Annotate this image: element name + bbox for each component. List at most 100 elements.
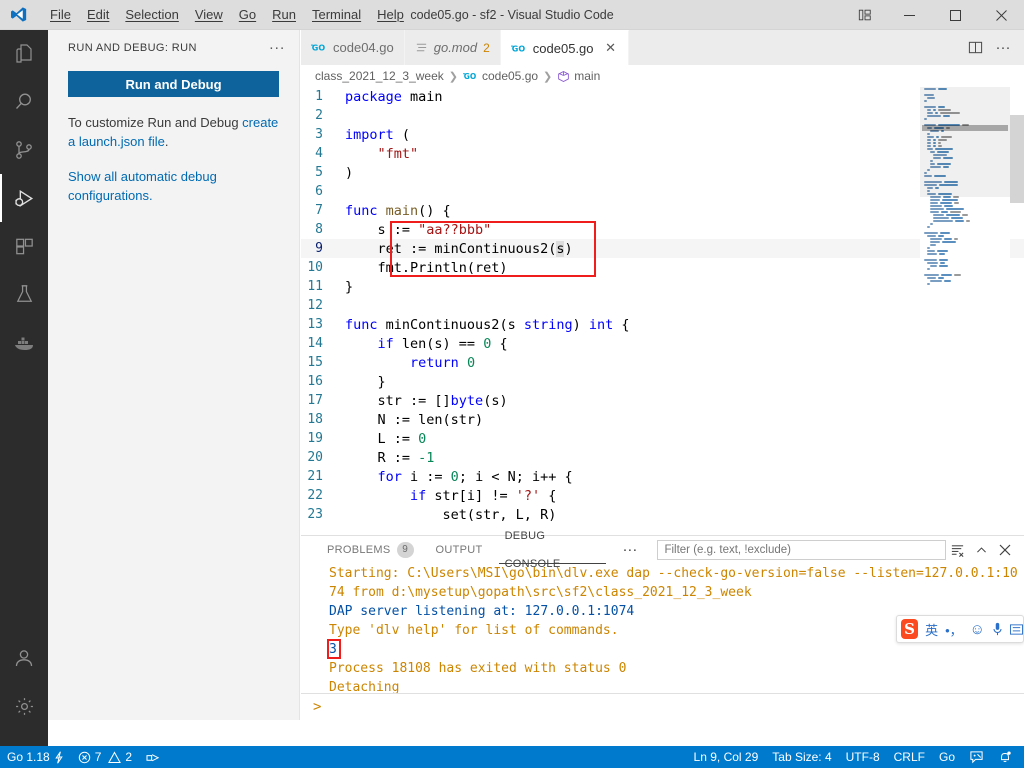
breadcrumb-file[interactable]: GO code05.go xyxy=(462,69,539,83)
status-language-mode[interactable]: Go xyxy=(932,746,962,768)
code-line[interactable]: 16 } xyxy=(301,372,1024,391)
menu-file[interactable]: File xyxy=(42,0,79,30)
breadcrumb-file-label: code05.go xyxy=(481,69,539,83)
minimap[interactable] xyxy=(920,87,1010,535)
code-line[interactable]: 20 R := -1 xyxy=(301,448,1024,467)
ime-language-mode[interactable]: 英 xyxy=(925,620,938,639)
menu-help[interactable]: Help xyxy=(369,0,412,30)
activity-accounts[interactable] xyxy=(0,634,48,682)
status-feedback[interactable] xyxy=(962,746,991,768)
maximize-button[interactable] xyxy=(932,0,978,30)
panel-more-tabs-icon[interactable]: ··· xyxy=(616,542,643,557)
chevron-up-icon[interactable] xyxy=(970,539,992,561)
tab-code05-go[interactable]: GO code05.go ✕ xyxy=(500,30,629,65)
run-and-debug-button[interactable]: Run and Debug xyxy=(68,71,279,97)
code-line[interactable]: 17 str := []byte(s) xyxy=(301,391,1024,410)
code-editor[interactable]: 1 package main 2 3 import (4 "fmt" 5) 6 7 func m… xyxy=(301,87,1024,535)
menu-go[interactable]: Go xyxy=(231,0,264,30)
code-line[interactable]: 22 if str[i] != '?' { xyxy=(301,486,1024,505)
breadcrumb-symbol-label: main xyxy=(574,69,601,83)
activity-testing[interactable] xyxy=(0,270,48,318)
breadcrumb-folder[interactable]: class_2021_12_3_week xyxy=(315,69,444,83)
code-text: R := -1 xyxy=(345,449,435,466)
code-line[interactable]: 13 func minContinuous2(s string) int { xyxy=(301,315,1024,334)
activity-extensions[interactable] xyxy=(0,222,48,270)
customize-layout-icon[interactable] xyxy=(844,0,886,30)
console-line: 74 from d:\mysetup\gopath\src\sf2\class_… xyxy=(329,585,752,600)
code-line[interactable]: 4 "fmt" xyxy=(301,144,1024,163)
scrollbar-thumb[interactable] xyxy=(1010,115,1024,203)
ime-emoji-icon[interactable]: ☺ xyxy=(970,621,985,638)
code-line[interactable]: 11} xyxy=(301,277,1024,296)
split-editor-right-icon[interactable] xyxy=(962,34,988,62)
code-line[interactable]: 23 set(str, L, R) xyxy=(301,505,1024,524)
code-line[interactable]: 3 import ( xyxy=(301,125,1024,144)
menu-run[interactable]: Run xyxy=(264,0,304,30)
code-line[interactable]: 14 if len(s) == 0 { xyxy=(301,334,1024,353)
ime-punctuation-icon[interactable]: •， xyxy=(945,620,963,639)
menu-edit[interactable]: Edit xyxy=(79,0,117,30)
console-filter-input[interactable]: Filter (e.g. text, !exclude) xyxy=(657,540,946,560)
status-indentation[interactable]: Tab Size: 4 xyxy=(765,746,838,768)
status-cursor-position[interactable]: Ln 9, Col 29 xyxy=(687,746,766,768)
close-panel-icon[interactable] xyxy=(994,539,1016,561)
panel-tab-problems[interactable]: PROBLEMS 9 xyxy=(321,536,420,564)
code-line[interactable]: 6 xyxy=(301,182,1024,201)
debug-console-input[interactable]: > xyxy=(301,693,1024,720)
status-remote-window[interactable] xyxy=(139,746,168,768)
close-button[interactable] xyxy=(978,0,1024,30)
sogou-ime-toolbar[interactable]: S 英 •， ☺ xyxy=(896,615,1024,643)
window-controls xyxy=(844,0,1024,30)
code-text: if str[i] != '?' { xyxy=(410,487,557,504)
menu-terminal[interactable]: Terminal xyxy=(304,0,369,30)
code-line[interactable]: 1 package main xyxy=(301,87,1024,106)
more-actions-icon[interactable]: ··· xyxy=(990,34,1016,62)
ime-voice-icon[interactable] xyxy=(992,622,1003,636)
status-problems[interactable]: 7 2 xyxy=(71,746,139,768)
line-number: 11 xyxy=(307,279,323,294)
code-line[interactable]: 21 for i := 0; i < N; i++ { xyxy=(301,467,1024,486)
code-line[interactable]: 9 ret := minContinuous2(s) xyxy=(301,239,1024,258)
activity-source-control[interactable] xyxy=(0,126,48,174)
code-text: func minContinuous2(s string) int { xyxy=(345,316,630,333)
activity-search[interactable] xyxy=(0,78,48,126)
sidebar-more-actions-icon[interactable]: ··· xyxy=(261,40,293,55)
activity-settings[interactable] xyxy=(0,682,48,730)
code-line[interactable]: 18 N := len(str) xyxy=(301,410,1024,429)
code-text: ) xyxy=(345,164,354,181)
code-line[interactable]: 19 L := 0 xyxy=(301,429,1024,448)
tab-close-icon[interactable]: ✕ xyxy=(604,40,618,56)
go-file-icon: GO xyxy=(311,41,327,54)
status-go-version[interactable]: Go 1.18 xyxy=(0,746,71,768)
status-notifications[interactable] xyxy=(991,746,1024,768)
code-line[interactable]: 2 xyxy=(301,106,1024,125)
minimize-button[interactable] xyxy=(886,0,932,30)
activity-explorer[interactable] xyxy=(0,30,48,78)
panel-tab-debug-console[interactable]: DEBUG CONSOLE xyxy=(498,530,607,570)
activity-docker[interactable] xyxy=(0,318,48,366)
editor-scrollbar[interactable] xyxy=(1010,87,1024,535)
code-line[interactable]: 10 fmt.Println(ret) xyxy=(301,258,1024,277)
clear-console-icon[interactable] xyxy=(946,539,968,561)
ime-keyboard-icon[interactable] xyxy=(1010,623,1023,635)
panel-tab-output[interactable]: OUTPUT xyxy=(430,536,489,564)
code-line[interactable]: 8 s := "aa??bbb" xyxy=(301,220,1024,239)
panel-tab-label: PROBLEMS xyxy=(327,544,391,556)
status-encoding[interactable]: UTF-8 xyxy=(839,746,887,768)
menu-selection[interactable]: Selection xyxy=(117,0,186,30)
line-number: 15 xyxy=(307,355,323,370)
show-automatic-debug-configs-link[interactable]: Show all automatic debug configurations. xyxy=(68,167,279,205)
code-lines: 1 package main 2 3 import (4 "fmt" 5) 6 7 func m… xyxy=(301,87,1024,524)
minimap-slider[interactable] xyxy=(922,125,1008,131)
code-line[interactable]: 12 xyxy=(301,296,1024,315)
tab-code04-go[interactable]: GO code04.go xyxy=(301,30,405,65)
menu-view[interactable]: View xyxy=(187,0,231,30)
code-line[interactable]: 5) xyxy=(301,163,1024,182)
activity-run-and-debug[interactable] xyxy=(0,174,48,222)
code-line[interactable]: 7 func main() { xyxy=(301,201,1024,220)
line-number: 8 xyxy=(315,222,323,237)
code-line[interactable]: 15 return 0 xyxy=(301,353,1024,372)
tab-go-mod[interactable]: go.mod 2 xyxy=(404,30,501,65)
breadcrumb-symbol[interactable]: main xyxy=(557,69,600,83)
status-eol[interactable]: CRLF xyxy=(887,746,932,768)
